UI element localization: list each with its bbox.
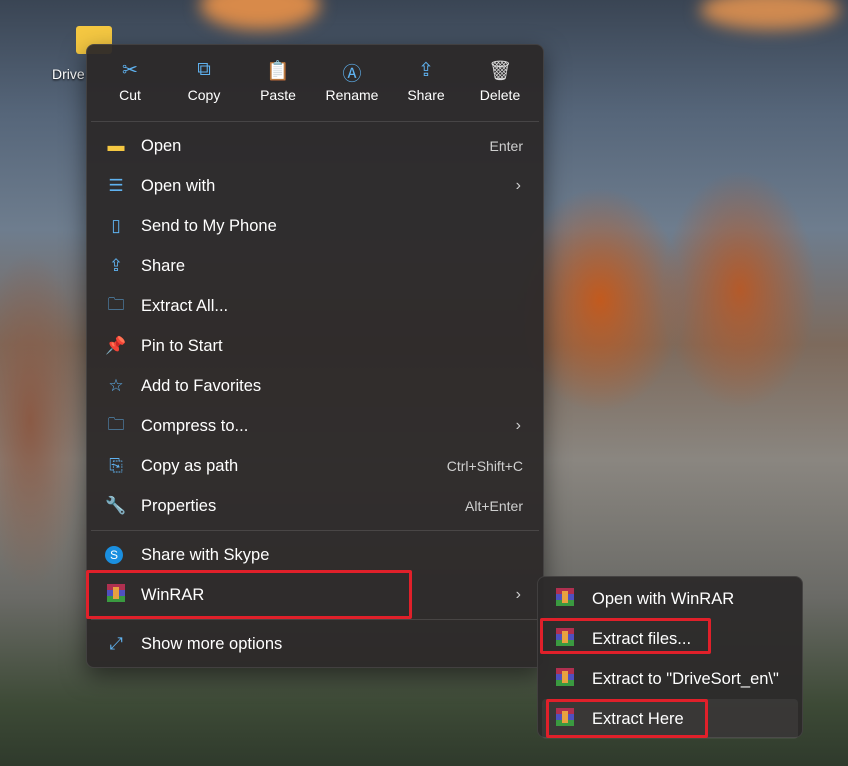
expand-icon: ⤢: [109, 634, 123, 653]
menu-item-label: Properties: [141, 496, 217, 515]
winrar-icon: [554, 667, 576, 691]
context-toolbar: ✂ Cut ⧉ Copy 📋 Paste Ⓐ Rename ⇪ Share 🗑 Delete: [87, 45, 543, 117]
menu-item-label: Send to My Phone: [141, 216, 277, 235]
trash-icon: 🗑: [487, 61, 513, 82]
share-icon: ⇪: [108, 256, 124, 275]
delete-label: Delete: [479, 87, 521, 103]
shortcut-label: Enter: [489, 138, 523, 154]
winrar-icon: [554, 587, 576, 611]
share-icon: ⇪: [418, 60, 434, 81]
menu-item-label: Share with Skype: [141, 545, 270, 564]
shortcut-label: Ctrl+Shift+C: [446, 458, 523, 474]
highlight-box: [540, 618, 711, 654]
menu-item-label: Share: [141, 256, 186, 275]
rename-label: Rename: [325, 87, 379, 103]
share-label: Share: [407, 87, 445, 103]
divider: [91, 121, 539, 122]
divider: [91, 619, 539, 620]
menu-item-pin-to-start[interactable]: 📌 Pin to Start: [87, 326, 543, 366]
paste-label: Paste: [260, 87, 296, 103]
chevron-right-icon: ›: [515, 586, 521, 603]
compress-icon: 🗀: [107, 414, 125, 434]
copy-path-icon: ⎘: [109, 456, 123, 475]
menu-item-label: Copy as path: [141, 456, 239, 475]
menu-item-label: Add to Favorites: [141, 376, 262, 395]
menu-item-open-with[interactable]: ☰ Open with ›: [87, 166, 543, 206]
menu-item-share[interactable]: ⇪ Share: [87, 246, 543, 286]
open-with-icon: ☰: [108, 176, 124, 195]
cut-button[interactable]: ✂ Cut: [93, 59, 167, 103]
copy-icon: ⧉: [197, 59, 211, 80]
menu-item-send-to-phone[interactable]: ▯ Send to My Phone: [87, 206, 543, 246]
delete-button[interactable]: 🗑 Delete: [463, 59, 537, 103]
paste-button[interactable]: 📋 Paste: [241, 59, 315, 103]
chevron-right-icon: ›: [515, 417, 521, 434]
desktop-icon-label[interactable]: Drive: [52, 66, 85, 82]
rename-icon: Ⓐ: [342, 64, 362, 85]
menu-item-share-skype[interactable]: S Share with Skype: [87, 535, 543, 575]
cut-label: Cut: [119, 87, 141, 103]
menu-item-show-more-options[interactable]: ⤢ Show more options: [87, 624, 543, 664]
folder-icon: ▬: [107, 136, 125, 155]
highlight-box: [86, 570, 412, 619]
wrench-icon: 🔧: [105, 496, 127, 515]
menu-item-label: Extract to "DriveSort_en\": [592, 669, 779, 688]
menu-item-label: Extract All...: [141, 296, 229, 315]
chevron-right-icon: ›: [515, 177, 521, 194]
menu-item-extract-all[interactable]: 🗀 Extract All...: [87, 286, 543, 326]
submenu-extract-to-folder[interactable]: Extract to "DriveSort_en\": [538, 659, 802, 699]
submenu-open-with-winrar[interactable]: Open with WinRAR: [538, 579, 802, 619]
menu-item-copy-as-path[interactable]: ⎘ Copy as path Ctrl+Shift+C: [87, 446, 543, 486]
phone-icon: ▯: [111, 216, 121, 235]
menu-item-label: Open with: [141, 176, 216, 195]
rename-button[interactable]: Ⓐ Rename: [315, 59, 389, 103]
highlight-box: [546, 699, 708, 738]
menu-item-label: Pin to Start: [141, 336, 223, 355]
copy-button[interactable]: ⧉ Copy: [167, 59, 241, 103]
menu-item-label: Open: [141, 136, 182, 155]
shortcut-label: Alt+Enter: [465, 498, 523, 514]
divider: [91, 530, 539, 531]
menu-item-compress-to[interactable]: 🗀 Compress to... ›: [87, 406, 543, 446]
scissors-icon: ✂: [122, 60, 138, 81]
menu-item-properties[interactable]: 🔧 Properties Alt+Enter: [87, 486, 543, 526]
skype-icon: S: [105, 546, 123, 564]
extract-icon: 🗀: [107, 294, 125, 314]
clipboard-icon: 📋: [266, 61, 290, 82]
menu-item-label: Compress to...: [141, 416, 249, 435]
star-icon: ☆: [108, 376, 124, 395]
copy-label: Copy: [187, 87, 221, 103]
menu-item-add-to-favorites[interactable]: ☆ Add to Favorites: [87, 366, 543, 406]
pin-icon: 📌: [105, 336, 127, 355]
menu-item-open[interactable]: ▬ Open Enter: [87, 126, 543, 166]
menu-item-label: Show more options: [141, 634, 283, 653]
share-button[interactable]: ⇪ Share: [389, 59, 463, 103]
menu-item-label: Open with WinRAR: [592, 589, 735, 608]
